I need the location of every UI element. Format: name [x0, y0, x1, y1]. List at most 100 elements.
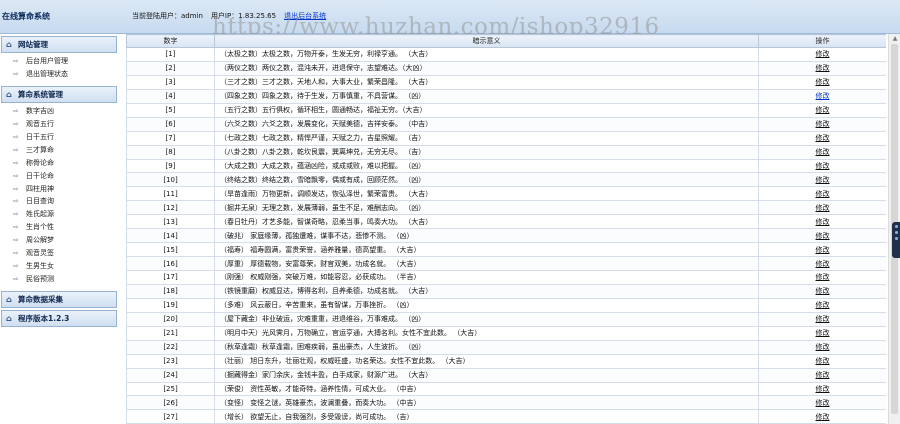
edit-link[interactable]: 修改	[816, 260, 830, 268]
row-meaning: （掘井无泉）无理之数，发展薄弱，虽生不足，难酬志向。 （凶）	[214, 200, 759, 216]
dot-icon	[894, 237, 898, 240]
table-row: [15] （福寿） 福寿圆满，富贵荣誉，涵养雅量，德高望重。 （大吉） 修改	[126, 242, 886, 258]
sidebar-item-label: 三才算命	[26, 145, 54, 154]
sidebar-item[interactable]: ⇨ 生肖个性	[1, 221, 117, 234]
edit-link[interactable]: 修改	[816, 78, 830, 86]
arrow-icon: ⇨	[13, 145, 19, 154]
edit-link[interactable]: 修改	[816, 50, 830, 58]
edit-link[interactable]: 修改	[816, 399, 830, 407]
edit-link[interactable]: 修改	[816, 120, 830, 128]
sidebar-item-label: 日目查询	[26, 197, 54, 206]
sidebar: ⌂ 网站管理 ⇨ 后台用户管理 ⇨ 退出管理状态 ⌂ 算命系统管理 ⇨ 数字吉凶 ⇨ 观音五行 ⇨ 日干五…	[0, 34, 118, 424]
row-number: [18]	[126, 283, 215, 299]
table-row: [9] （大成之数）大成之数，蕴涵凶险，或成或败，难以把握。 （凶） 修改	[126, 158, 886, 174]
row-meaning: （变怪） 变怪之谜，英雄豪杰，波澜重叠，而奏大功。 （中吉）	[214, 395, 759, 411]
arrow-icon: ⇨	[13, 158, 19, 167]
sidebar-item[interactable]: ⇨ 姓氏起源	[1, 208, 117, 221]
row-meaning: （福寿） 福寿圆满，富贵荣誉，涵养雅量，德高望重。 （大吉）	[214, 242, 759, 258]
edit-link[interactable]: 修改	[816, 371, 830, 379]
sidebar-section-header[interactable]: ⌂ 算命数据采集	[1, 291, 117, 308]
edit-link[interactable]: 修改	[816, 315, 830, 323]
sidebar-item[interactable]: ⇨ 四柱用神	[1, 183, 117, 196]
table-row: [26] （变怪） 变怪之谜，英雄豪杰，波澜重叠，而奏大功。 （中吉） 修改	[126, 395, 886, 411]
edit-link[interactable]: 修改	[816, 92, 830, 100]
sidebar-item[interactable]: ⇨ 周公解梦	[1, 234, 117, 247]
sidebar-item[interactable]: ⇨ 后台用户管理	[1, 55, 117, 68]
edit-link[interactable]: 修改	[816, 176, 830, 184]
table-row: [6] （六爻之数）六爻之数，发展变化，天赋美德，吉祥安泰。 （中吉） 修改	[126, 116, 886, 132]
edit-link[interactable]: 修改	[816, 106, 830, 114]
row-meaning: （荣俊） 资性英敏，才能奇特，涵养性情，可成大业。 （中吉）	[214, 381, 759, 397]
edit-link[interactable]: 修改	[816, 232, 830, 240]
edit-link[interactable]: 修改	[816, 287, 830, 295]
edit-link[interactable]: 修改	[816, 413, 830, 421]
row-action-cell: 修改	[758, 88, 886, 104]
row-action-cell: 修改	[758, 367, 886, 383]
scroll-up-icon[interactable]: ▲	[889, 34, 900, 44]
table-row: [8] （八卦之数）八卦之数，乾坎艮震，巽离坤兑，无穷无尽。 （吉） 修改	[126, 144, 886, 160]
sidebar-item-label: 日干五行	[26, 132, 54, 141]
sidebar-item-label: 生男生女	[26, 262, 54, 271]
user-ip-label: 用户IP：1.83.25.65	[210, 12, 277, 20]
side-panel-handle[interactable]	[892, 222, 900, 258]
table-row: [3] （三才之数）三才之数，天地人和，大事大业，繁荣昌隆。 （大吉） 修改	[126, 74, 886, 90]
edit-link[interactable]: 修改	[816, 385, 830, 393]
sidebar-item-label: 日干论命	[26, 171, 54, 180]
row-action-cell: 修改	[758, 200, 886, 216]
table-row: [5] （五行之数）五行俱权，循环相生，圆通畅达，福祉无穷。（大吉） 修改	[126, 102, 886, 118]
edit-link[interactable]: 修改	[816, 329, 830, 337]
sidebar-item[interactable]: ⇨ 日干论命	[1, 170, 117, 183]
edit-link[interactable]: 修改	[816, 162, 830, 170]
sidebar-item[interactable]: ⇨ 数字吉凶	[1, 105, 117, 118]
row-action-cell: 修改	[758, 102, 886, 118]
row-meaning: （厚重） 厚德载物，安富尊荣，财官双美，功成名就。 （大吉）	[214, 256, 759, 271]
row-action-cell: 修改	[758, 242, 886, 258]
row-meaning: （秋草逢霜）秋草逢霜，困难疾弱，虽出豪杰，人生波折。 （凶）	[214, 339, 759, 355]
row-action-cell: 修改	[758, 186, 886, 202]
table-row: [1] （太极之数）太极之数，万物开泰，生发无穷，利禄亨通。 （大吉） 修改	[126, 47, 886, 62]
row-meaning: （五行之数）五行俱权，循环相生，圆通畅达，福祉无穷。（大吉）	[214, 102, 759, 118]
edit-link[interactable]: 修改	[816, 301, 830, 309]
table-header-row: 数字 暗示意义 操作	[126, 34, 886, 48]
row-number: [10]	[126, 172, 215, 188]
row-meaning: （多难） 风云蔽日，辛苦重来，虽有智谋，万事挫折。 （凶）	[214, 297, 759, 313]
row-action-cell: 修改	[758, 395, 886, 411]
arrow-icon: ⇨	[13, 249, 19, 258]
sidebar-section: ⌂ 算命系统管理 ⇨ 数字吉凶 ⇨ 观音五行 ⇨ 日干五行 ⇨ 三才算命 ⇨ 称骨论命 ⇨ 日干论命 ⇨ 四柱…	[1, 85, 117, 289]
sidebar-item[interactable]: ⇨ 退出管理状态	[1, 68, 117, 81]
row-action-cell: 修改	[758, 270, 886, 285]
edit-link[interactable]: 修改	[816, 343, 830, 351]
sidebar-item[interactable]: ⇨ 日目查询	[1, 195, 117, 208]
edit-link[interactable]: 修改	[816, 357, 830, 365]
header-action: 操作	[758, 34, 886, 48]
row-meaning: （八卦之数）八卦之数，乾坎艮震，巽离坤兑，无穷无尽。 （吉）	[214, 144, 759, 160]
sidebar-section-title: 算命系统管理	[18, 89, 63, 99]
row-meaning: （太极之数）太极之数，万物开泰，生发无穷，利禄亨通。 （大吉）	[214, 47, 759, 62]
edit-link[interactable]: 修改	[816, 64, 830, 72]
row-action-cell: 修改	[758, 144, 886, 160]
sidebar-item[interactable]: ⇨ 日干五行	[1, 131, 117, 144]
sidebar-section-header[interactable]: ⌂ 算命系统管理	[1, 85, 117, 103]
edit-link[interactable]: 修改	[816, 204, 830, 212]
row-number: [26]	[126, 395, 215, 411]
edit-link[interactable]: 修改	[816, 218, 830, 226]
sidebar-item[interactable]: ⇨ 称骨论命	[1, 157, 117, 170]
sidebar-section-header[interactable]: ⌂ 程序版本1.2.3	[1, 310, 117, 327]
edit-link[interactable]: 修改	[816, 246, 830, 254]
logout-link[interactable]: 退出后台系统	[284, 12, 326, 20]
sidebar-item[interactable]: ⇨ 民俗预测	[1, 273, 117, 286]
sidebar-item[interactable]: ⇨ 观音五行	[1, 118, 117, 131]
sidebar-section-header[interactable]: ⌂ 网站管理	[1, 36, 117, 53]
sidebar-item[interactable]: ⇨ 观音灵签	[1, 247, 117, 260]
sidebar-section: ⌂ 算命数据采集	[1, 291, 117, 308]
row-action-cell: 修改	[758, 130, 886, 146]
edit-link[interactable]: 修改	[816, 273, 830, 281]
edit-link[interactable]: 修改	[816, 190, 830, 198]
home-icon: ⌂	[6, 314, 12, 323]
row-number: [15]	[126, 242, 215, 258]
sidebar-item[interactable]: ⇨ 生男生女	[1, 260, 117, 273]
sidebar-item[interactable]: ⇨ 三才算命	[1, 144, 117, 157]
edit-link[interactable]: 修改	[816, 148, 830, 156]
home-icon: ⌂	[6, 40, 12, 49]
edit-link[interactable]: 修改	[816, 134, 830, 142]
